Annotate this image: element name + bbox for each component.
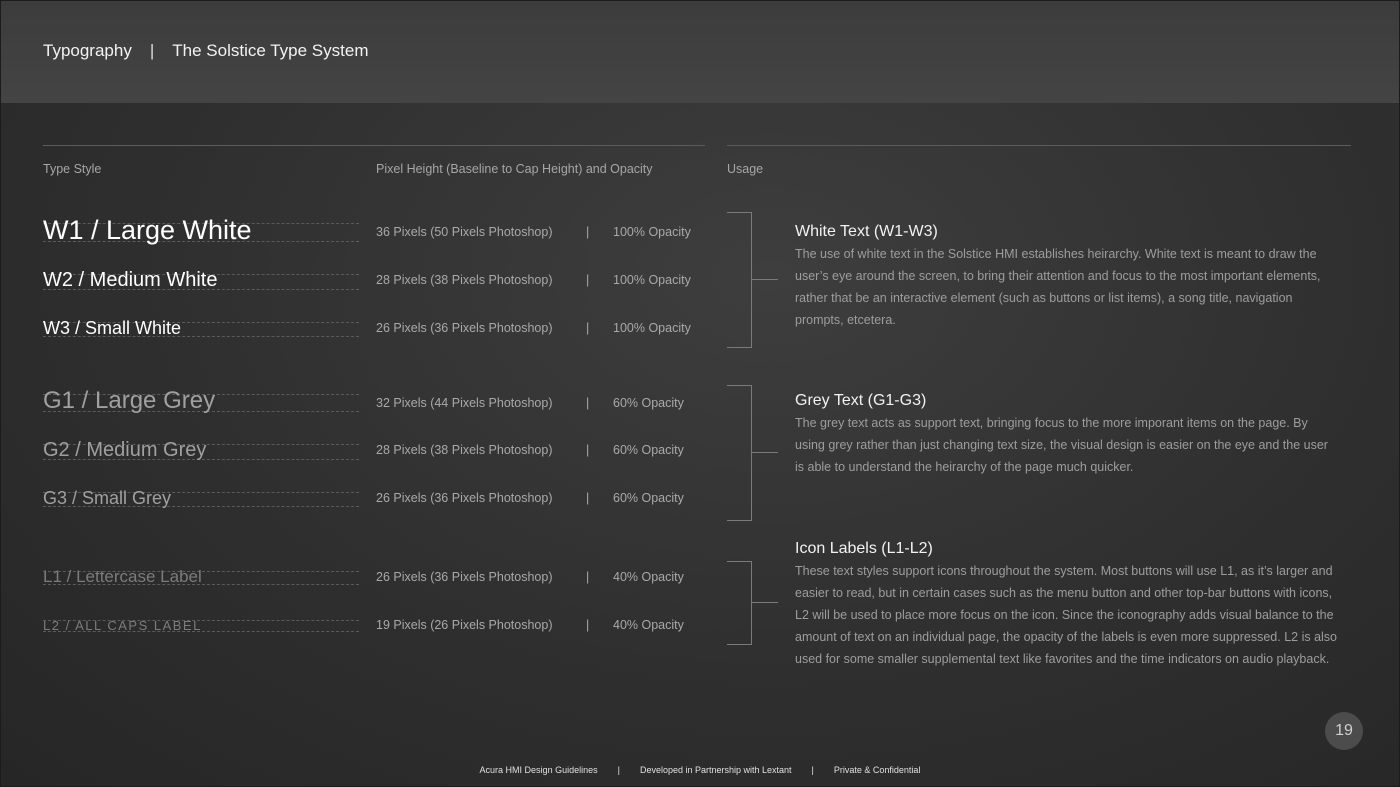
bracket-tick-grey <box>752 452 778 453</box>
spec-separator: | <box>586 273 590 287</box>
opacity-l2: 40% Opacity <box>613 618 684 632</box>
bracket-tick-white <box>752 279 778 280</box>
spec-separator: | <box>586 618 590 632</box>
opacity-l1: 40% Opacity <box>613 570 684 584</box>
type-style-l1: L1 / Lettercase Label <box>43 567 202 586</box>
footer-left: Acura HMI Design Guidelines <box>479 765 598 775</box>
header-separator: | <box>149 41 155 60</box>
spec-separator: | <box>586 321 590 335</box>
usage-body-grey: The grey text acts as support text, brin… <box>795 416 1328 474</box>
bracket-grey <box>727 385 752 521</box>
left-column-rule <box>43 145 705 146</box>
spec-separator: | <box>586 225 590 239</box>
type-style-w1: W1 / Large White <box>43 215 252 245</box>
header-title: Typography | The Solstice Type System <box>43 41 368 61</box>
spec-w3: 26 Pixels (36 Pixels Photoshop) <box>376 321 553 335</box>
spec-l2: 19 Pixels (26 Pixels Photoshop) <box>376 618 553 632</box>
spec-separator: | <box>586 396 590 410</box>
footer-separator: | <box>617 765 620 775</box>
page-number: 19 <box>1325 712 1363 750</box>
usage-title-grey: Grey Text (G1-G3) <box>795 392 927 409</box>
spec-g2: 28 Pixels (38 Pixels Photoshop) <box>376 443 553 457</box>
spec-l1: 26 Pixels (36 Pixels Photoshop) <box>376 570 553 584</box>
slide: Typography | The Solstice Type System Type… <box>0 0 1400 787</box>
spec-separator: | <box>586 491 590 505</box>
opacity-w3: 100% Opacity <box>613 321 691 335</box>
spec-separator: | <box>586 443 590 457</box>
column-head-pixel-height: Pixel Height (Baseline to Cap Height) an… <box>376 162 653 176</box>
type-style-g3: G3 / Small Grey <box>43 488 172 508</box>
column-head-usage: Usage <box>727 162 764 176</box>
spec-g1: 32 Pixels (44 Pixels Photoshop) <box>376 396 553 410</box>
header-subtitle: The Solstice Type System <box>172 41 369 60</box>
footer: Acura HMI Design Guidelines | Developed in… <box>1 765 1399 775</box>
type-style-w3: W3 / Small White <box>43 318 182 338</box>
type-style-l2: L2 / ALL CAPS LABEL <box>43 618 202 633</box>
spec-w1: 36 Pixels (50 Pixels Photoshop) <box>376 225 553 239</box>
footer-right: Private & Confidential <box>833 765 921 775</box>
type-style-g1: G1 / Large Grey <box>43 387 216 414</box>
usage-title-labels: Icon Labels (L1-L2) <box>795 540 933 557</box>
bracket-labels <box>727 561 752 645</box>
opacity-w2: 100% Opacity <box>613 273 691 287</box>
spec-g3: 26 Pixels (36 Pixels Photoshop) <box>376 491 553 505</box>
opacity-g2: 60% Opacity <box>613 443 684 457</box>
right-column-rule <box>727 145 1351 146</box>
opacity-g1: 60% Opacity <box>613 396 684 410</box>
opacity-w1: 100% Opacity <box>613 225 691 239</box>
type-style-g2: G2 / Medium Grey <box>43 439 207 461</box>
bracket-white <box>727 212 752 348</box>
header-section: Typography <box>43 41 132 60</box>
footer-separator: | <box>811 765 814 775</box>
opacity-g3: 60% Opacity <box>613 491 684 505</box>
usage-body-white: The use of white text in the Solstice HM… <box>795 247 1321 327</box>
bracket-tick-labels <box>752 602 778 603</box>
usage-title-white: White Text (W1-W3) <box>795 223 938 240</box>
spec-separator: | <box>586 570 590 584</box>
usage-body-labels: These text styles support icons througho… <box>795 564 1337 666</box>
column-head-type-style: Type Style <box>43 162 102 176</box>
type-style-w2: W2 / Medium White <box>43 269 218 291</box>
spec-w2: 28 Pixels (38 Pixels Photoshop) <box>376 273 553 287</box>
header-bar: Typography | The Solstice Type System <box>1 1 1399 103</box>
footer-middle: Developed in Partnership with Lextant <box>639 765 792 775</box>
